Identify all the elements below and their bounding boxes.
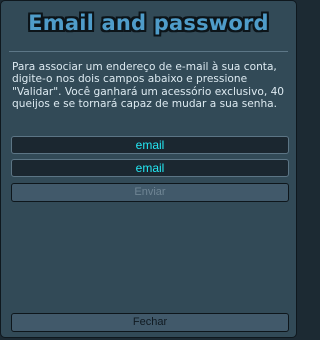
- send-button[interactable]: Enviar: [11, 183, 289, 202]
- email-field[interactable]: [11, 136, 289, 154]
- email-confirm-field[interactable]: [11, 159, 289, 177]
- email-password-dialog: Email and password Para associar um ende…: [0, 0, 297, 338]
- dialog-description: Para associar um endereço de e-mail à su…: [12, 61, 285, 110]
- dialog-title: Email and password: [28, 11, 269, 35]
- close-button[interactable]: Fechar: [11, 313, 289, 332]
- title-divider: [9, 51, 288, 52]
